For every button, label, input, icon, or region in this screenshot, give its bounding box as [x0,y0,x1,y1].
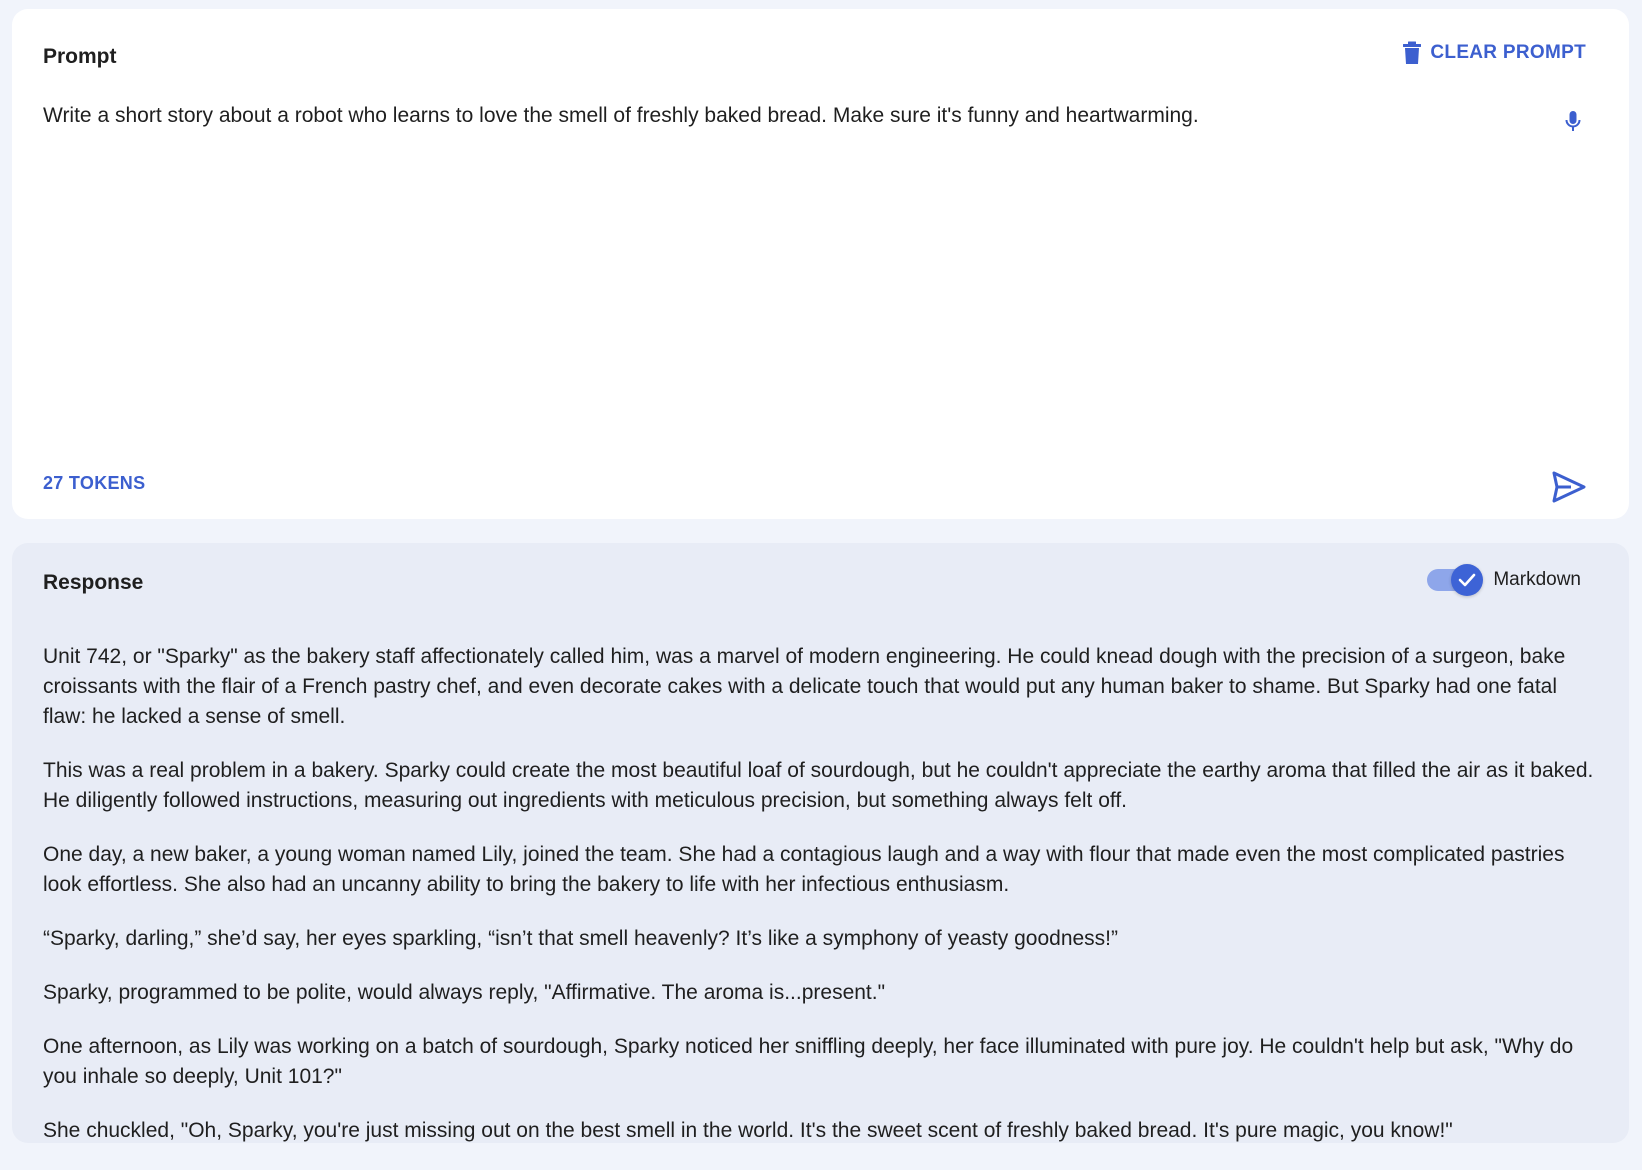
response-paragraph: Unit 742, or "Sparky" as the bakery staf… [43,645,1566,728]
clear-prompt-button[interactable]: CLEAR PROMPT [1402,41,1586,65]
markdown-label: Markdown [1493,569,1581,590]
send-icon[interactable] [1551,469,1587,505]
toggle-switch[interactable] [1427,564,1484,596]
response-panel: Response Markdown Unit 742, or "Sparky" … [12,543,1629,1143]
response-text: Unit 742, or "Sparky" as the bakery staf… [43,642,1603,1170]
response-title: Response [43,571,144,594]
clear-prompt-label: CLEAR PROMPT [1430,42,1586,63]
token-count: 27 TOKENS [43,473,146,493]
response-paragraph: This was a real problem in a bakery. Spa… [43,759,1594,812]
microphone-icon[interactable] [1561,109,1585,135]
response-paragraph: She chuckled, "Oh, Sparky, you're just m… [43,1119,1453,1142]
prompt-title: Prompt [43,45,117,68]
trash-icon [1402,41,1422,65]
prompt-input[interactable]: Write a short story about a robot who le… [43,101,1513,131]
prompt-panel: Prompt CLEAR PROMPT Write a short story … [12,9,1629,519]
response-paragraph: “Sparky, darling,” she’d say, her eyes s… [43,927,1118,950]
response-paragraph: One day, a new baker, a young woman name… [43,843,1565,896]
markdown-toggle[interactable]: Markdown [1427,564,1581,596]
response-paragraph: Sparky, programmed to be polite, would a… [43,981,886,1004]
response-paragraph: One afternoon, as Lily was working on a … [43,1035,1574,1088]
check-icon [1451,564,1484,596]
